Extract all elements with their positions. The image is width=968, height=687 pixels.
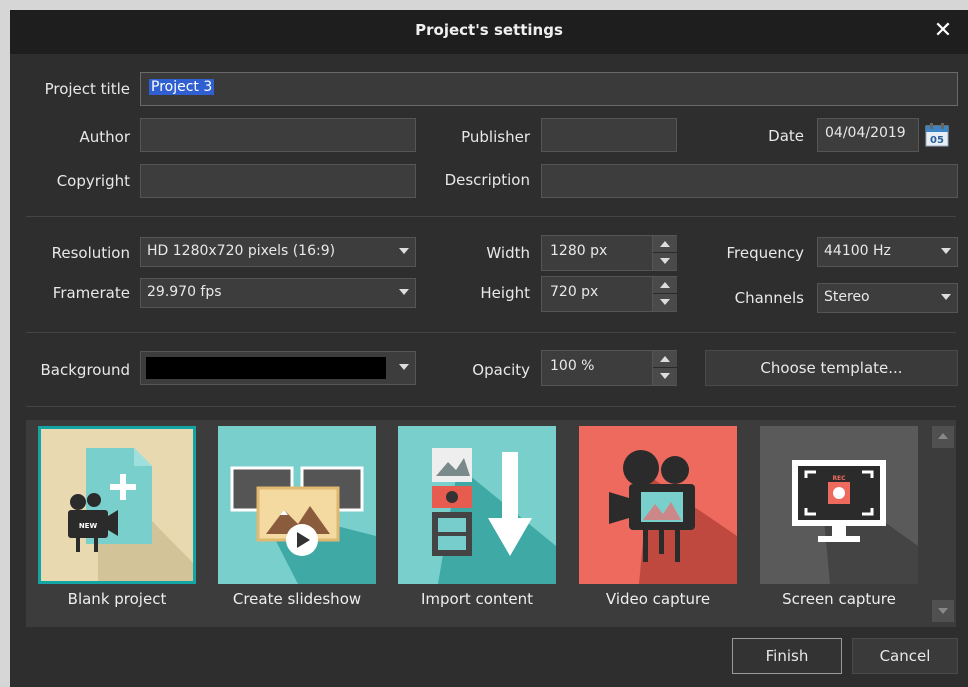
height-decrement-icon[interactable] xyxy=(653,294,677,311)
dialog-titlebar: Project's settings ✕ xyxy=(10,10,968,54)
template-label: Screen capture xyxy=(782,590,896,608)
close-icon[interactable]: ✕ xyxy=(930,18,956,44)
date-label: Date xyxy=(768,127,804,145)
template-label: Import content xyxy=(421,590,533,608)
resolution-label: Resolution xyxy=(51,244,130,262)
resolution-value: HD 1280x720 pixels (16:9) xyxy=(147,243,336,259)
template-tile-video-capture[interactable]: Video capture xyxy=(579,426,737,622)
resolution-select[interactable]: HD 1280x720 pixels (16:9) xyxy=(140,237,416,267)
svg-text:REC: REC xyxy=(832,475,846,482)
frequency-value: 44100 Hz xyxy=(824,243,891,259)
height-value: 720 px xyxy=(550,284,599,300)
project-title-label: Project title xyxy=(44,80,130,98)
height-increment-icon[interactable] xyxy=(653,277,677,294)
svg-text:05: 05 xyxy=(930,135,944,146)
author-label: Author xyxy=(79,128,130,146)
description-input[interactable] xyxy=(541,164,958,198)
template-tile-screen-capture[interactable]: REC Screen capture xyxy=(760,426,918,622)
import-content-icon xyxy=(398,426,556,584)
opacity-stepper[interactable]: 100 % xyxy=(541,350,677,386)
frequency-label: Frequency xyxy=(726,244,805,262)
cancel-button[interactable]: Cancel xyxy=(852,638,958,674)
copyright-input[interactable] xyxy=(140,164,416,198)
opacity-value: 100 % xyxy=(550,358,595,374)
section-divider xyxy=(26,406,956,407)
publisher-input[interactable] xyxy=(541,118,677,152)
channels-label: Channels xyxy=(734,289,804,307)
finish-button[interactable]: Finish xyxy=(732,638,842,674)
description-label: Description xyxy=(444,171,530,189)
section-divider xyxy=(26,332,956,333)
template-label: Video capture xyxy=(605,590,711,608)
svg-text:NEW: NEW xyxy=(79,522,98,530)
date-input[interactable]: 04/04/2019 xyxy=(817,118,919,152)
scroll-down-icon[interactable] xyxy=(932,600,954,622)
template-gallery: NEW Blank project Create slideshow Impor… xyxy=(26,420,956,627)
channels-select[interactable]: Stereo xyxy=(817,283,958,313)
width-label: Width xyxy=(486,244,530,262)
blank-project-icon: NEW xyxy=(38,426,196,584)
height-stepper[interactable]: 720 px xyxy=(541,276,677,312)
screen-capture-icon: REC xyxy=(760,426,918,584)
section-divider xyxy=(26,216,956,217)
framerate-label: Framerate xyxy=(52,284,130,302)
opacity-increment-icon[interactable] xyxy=(653,351,677,368)
height-stepper-buttons xyxy=(652,277,677,311)
width-value: 1280 px xyxy=(550,243,608,259)
frequency-select[interactable]: 44100 Hz xyxy=(817,237,958,267)
height-label: Height xyxy=(480,284,530,302)
opacity-decrement-icon[interactable] xyxy=(653,368,677,385)
calendar-icon[interactable]: 05 xyxy=(922,120,952,150)
opacity-stepper-buttons xyxy=(652,351,677,385)
chevron-down-icon xyxy=(941,294,951,300)
chevron-down-icon xyxy=(941,248,951,254)
framerate-value: 29.970 fps xyxy=(147,284,222,300)
width-increment-icon[interactable] xyxy=(653,236,677,253)
scroll-up-icon[interactable] xyxy=(932,426,954,448)
channels-value: Stereo xyxy=(824,289,870,305)
width-stepper[interactable]: 1280 px xyxy=(541,235,677,271)
width-decrement-icon[interactable] xyxy=(653,253,677,270)
project-title-value: Project 3 xyxy=(149,79,215,95)
template-tile-create-slideshow[interactable]: Create slideshow xyxy=(218,426,376,622)
framerate-select[interactable]: 29.970 fps xyxy=(140,278,416,308)
background-color-swatch xyxy=(146,357,386,379)
video-capture-icon xyxy=(579,426,737,584)
chevron-down-icon xyxy=(399,289,409,295)
template-label: Create slideshow xyxy=(232,590,362,608)
publisher-label: Publisher xyxy=(461,128,530,146)
gallery-scrollbar[interactable] xyxy=(932,426,954,622)
background-label: Background xyxy=(40,361,131,379)
slideshow-icon xyxy=(218,426,376,584)
background-color-select[interactable] xyxy=(140,351,416,385)
copyright-label: Copyright xyxy=(56,172,130,190)
choose-template-button[interactable]: Choose template... xyxy=(705,350,958,386)
chevron-down-icon xyxy=(399,248,409,254)
template-tile-import-content[interactable]: Import content xyxy=(398,426,556,622)
template-label: Blank project xyxy=(67,590,167,608)
opacity-label: Opacity xyxy=(472,361,530,379)
template-tile-blank-project[interactable]: NEW Blank project xyxy=(38,426,196,622)
project-settings-dialog: Project's settings ✕ Project title Proje… xyxy=(10,10,968,687)
chevron-down-icon xyxy=(399,364,409,370)
dialog-title: Project's settings xyxy=(415,21,563,39)
project-title-input[interactable]: Project 3 xyxy=(140,72,958,106)
author-input[interactable] xyxy=(140,118,416,152)
width-stepper-buttons xyxy=(652,236,677,270)
